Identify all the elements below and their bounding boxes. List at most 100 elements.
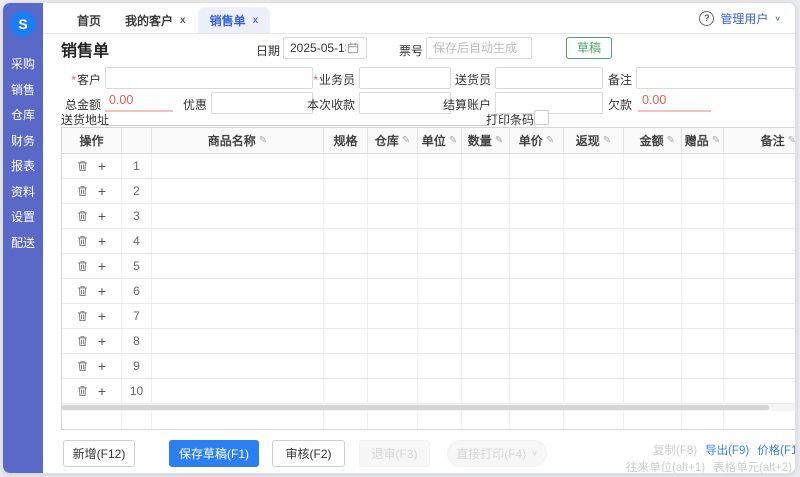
grid-cell-product-name[interactable] [152,254,324,278]
column-header-cashback[interactable]: 返现✎ [564,128,624,153]
grid-cell-unit-price[interactable] [510,179,564,203]
edit-column-icon[interactable]: ✎ [667,135,675,146]
grid-cell-product-name[interactable] [152,379,324,403]
delete-row-icon[interactable] [77,235,88,247]
grid-cell-spec[interactable] [324,229,368,253]
grid-cell-warehouse[interactable] [368,254,418,278]
grid-cell-cashback[interactable] [564,379,624,403]
add-row-icon[interactable]: + [98,184,106,198]
grid-cell-gift[interactable] [682,279,724,303]
grid-cell-unit[interactable] [418,154,462,178]
delete-row-icon[interactable] [77,285,88,297]
customer-input[interactable] [105,67,313,89]
grid-cell-spec[interactable] [324,204,368,228]
grid-cell-unit-price[interactable] [510,354,564,378]
sidebar-item-settings[interactable]: 设置 [3,205,43,231]
grid-cell-unit-price[interactable] [510,379,564,403]
grid-cell-unit[interactable] [418,179,462,203]
delete-row-icon[interactable] [77,360,88,372]
grid-cell-amount[interactable] [624,354,682,378]
grid-cell-warehouse[interactable] [368,204,418,228]
help-icon[interactable]: ? [699,11,714,26]
column-header-amount[interactable]: 金额✎ [624,128,682,153]
grid-cell-product-name[interactable] [152,179,324,203]
grid-cell-gift[interactable] [682,229,724,253]
edit-column-icon[interactable]: ✎ [603,135,611,146]
grid-cell-amount[interactable] [624,254,682,278]
add-row-icon[interactable]: + [98,384,106,398]
grid-cell-cashback[interactable] [564,254,624,278]
grid-cell-spec[interactable] [324,279,368,303]
grid-cell-unit-price[interactable] [510,229,564,253]
grid-cell-amount[interactable] [624,304,682,328]
grid-cell-gift[interactable] [682,204,724,228]
grid-cell-unit[interactable] [418,254,462,278]
edit-column-icon[interactable]: ✎ [546,135,554,146]
grid-cell-quantity[interactable] [462,154,510,178]
deliveryman-input[interactable] [495,67,603,89]
grid-cell-cashback[interactable] [564,204,624,228]
grid-cell-remark[interactable] [724,204,796,228]
grid-cell-quantity[interactable] [462,354,510,378]
sidebar-item-reports[interactable]: 报表 [3,154,43,180]
edit-column-icon[interactable]: ✎ [259,135,267,146]
grid-cell-warehouse[interactable] [368,179,418,203]
grid-cell-warehouse[interactable] [368,304,418,328]
close-icon[interactable]: x [253,15,259,26]
delete-row-icon[interactable] [77,260,88,272]
horizontal-scrollbar-thumb[interactable] [62,405,769,410]
add-row-icon[interactable]: + [98,334,106,348]
grid-cell-quantity[interactable] [462,279,510,303]
tab-my-customers[interactable]: 我的客户x [113,7,198,33]
grid-cell-amount[interactable] [624,204,682,228]
grid-cell-amount[interactable] [624,379,682,403]
grid-cell-remark[interactable] [724,179,796,203]
column-header-gift[interactable]: 赠品✎ [682,128,724,153]
column-header-unit[interactable]: 单位✎ [418,128,462,153]
save-draft-button[interactable]: 保存草稿(F1) [169,440,259,467]
delivery-address-input[interactable] [105,105,489,126]
delete-row-icon[interactable] [77,310,88,322]
edit-column-icon[interactable]: ✎ [712,135,720,146]
grid-cell-product-name[interactable] [152,354,324,378]
export-hint[interactable]: 导出(F9) [705,445,749,457]
grid-cell-warehouse[interactable] [368,379,418,403]
delete-row-icon[interactable] [77,335,88,347]
audit-button[interactable]: 审核(F2) [272,440,345,467]
remark-input[interactable] [636,67,796,89]
edit-column-icon[interactable]: ✎ [788,135,796,146]
grid-cell-spec[interactable] [324,354,368,378]
grid-cell-amount[interactable] [624,154,682,178]
grid-cell-remark[interactable] [724,229,796,253]
add-row-icon[interactable]: + [98,234,106,248]
grid-cell-quantity[interactable] [462,304,510,328]
sidebar-item-sales[interactable]: 销售 [3,78,43,104]
grid-cell-product-name[interactable] [152,304,324,328]
delete-row-icon[interactable] [77,160,88,172]
column-header-remark[interactable]: 备注✎ [724,128,796,153]
grid-cell-unit-price[interactable] [510,204,564,228]
add-row-icon[interactable]: + [98,259,106,273]
grid-cell-unit[interactable] [418,279,462,303]
grid-cell-warehouse[interactable] [368,154,418,178]
add-row-icon[interactable]: + [98,309,106,323]
close-icon[interactable]: x [180,15,186,26]
grid-cell-warehouse[interactable] [368,354,418,378]
grid-cell-quantity[interactable] [462,329,510,353]
grid-cell-remark[interactable] [724,354,796,378]
grid-cell-amount[interactable] [624,279,682,303]
grid-cell-product-name[interactable] [152,279,324,303]
tab-sales-order[interactable]: 销售单x [198,7,271,33]
grid-cell-cashback[interactable] [564,179,624,203]
grid-cell-product-name[interactable] [152,329,324,353]
grid-cell-unit[interactable] [418,204,462,228]
grid-cell-cashback[interactable] [564,229,624,253]
edit-column-icon[interactable]: ✎ [402,135,410,146]
horizontal-scrollbar[interactable] [62,404,796,411]
grid-cell-warehouse[interactable] [368,229,418,253]
grid-cell-product-name[interactable] [152,154,324,178]
grid-cell-remark[interactable] [724,304,796,328]
column-header-product-name[interactable]: 商品名称✎ [152,128,324,153]
delete-row-icon[interactable] [77,385,88,397]
grid-cell-gift[interactable] [682,179,724,203]
